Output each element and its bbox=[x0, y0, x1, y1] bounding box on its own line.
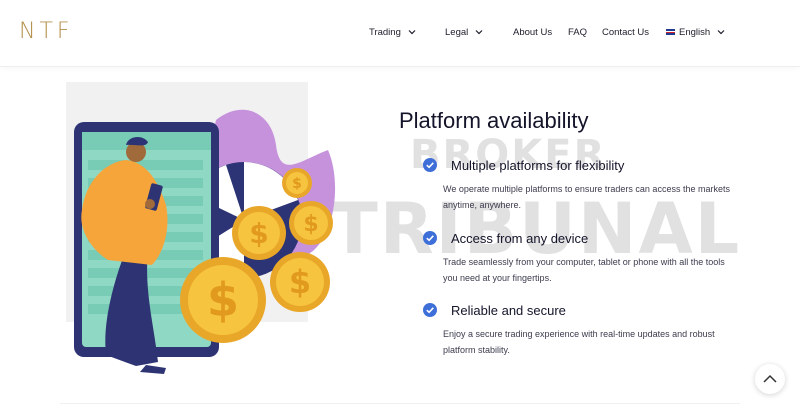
coin-icon: $ bbox=[232, 206, 286, 260]
logo[interactable]: NTF bbox=[19, 19, 74, 44]
chevron-up-icon bbox=[763, 374, 777, 383]
divider bbox=[60, 403, 740, 404]
nav-about-us[interactable]: About Us bbox=[513, 25, 552, 39]
coin-icon: $ bbox=[270, 252, 330, 312]
nav-legal[interactable]: Legal bbox=[445, 25, 484, 39]
nav-trading[interactable]: Trading bbox=[369, 25, 417, 39]
check-circle-icon bbox=[423, 158, 437, 172]
feature-description-line: Trade seamlessly from your computer, tab… bbox=[443, 257, 725, 267]
nav-faq[interactable]: FAQ bbox=[568, 25, 587, 39]
nav-contact-us-label: Contact Us bbox=[602, 26, 649, 38]
svg-text:$: $ bbox=[289, 263, 311, 301]
nav-about-us-label: About Us bbox=[513, 26, 553, 38]
coin-icon: $ bbox=[282, 168, 312, 198]
uk-flag-icon bbox=[666, 29, 675, 35]
svg-text:$: $ bbox=[207, 273, 239, 327]
feature-description-line: Enjoy a secure trading experience with r… bbox=[443, 329, 715, 339]
feature-description: We operate multiple platforms to ensure … bbox=[443, 181, 773, 213]
coin-icon: $ bbox=[180, 257, 266, 343]
feature-description: Enjoy a secure trading experience with r… bbox=[443, 326, 773, 358]
language-label: English bbox=[679, 26, 711, 38]
trading-illustration: $ $ $ $ $ bbox=[74, 109, 336, 374]
language-selector[interactable]: English bbox=[666, 25, 726, 39]
chevron-down-icon bbox=[408, 30, 416, 35]
feature-title: Access from any device bbox=[451, 231, 589, 246]
feature-title: Reliable and secure bbox=[451, 303, 566, 318]
nav-contact-us[interactable]: Contact Us bbox=[602, 25, 649, 39]
feature-description: Trade seamlessly from your computer, tab… bbox=[443, 254, 773, 286]
nav-faq-label: FAQ bbox=[568, 26, 588, 38]
svg-text:$: $ bbox=[303, 212, 318, 237]
nav-trading-label: Trading bbox=[369, 26, 401, 38]
chevron-down-icon bbox=[475, 30, 483, 35]
svg-text:$: $ bbox=[249, 217, 268, 250]
chevron-down-icon bbox=[717, 30, 725, 35]
check-circle-icon bbox=[423, 303, 437, 317]
feature-description-line: you need at your fingertips. bbox=[443, 273, 552, 283]
feature-description-line: anytime, anywhere. bbox=[443, 200, 522, 210]
feature-description-line: We operate multiple platforms to ensure … bbox=[443, 184, 730, 194]
section-title: Platform availability bbox=[399, 108, 589, 133]
feature-description-line: platform stability. bbox=[443, 345, 510, 355]
check-circle-icon bbox=[423, 231, 437, 245]
coin-icon: $ bbox=[289, 201, 333, 245]
feature-title: Multiple platforms for flexibility bbox=[451, 158, 625, 173]
site-header: NTF Trading Legal About Us FAQ Contact U… bbox=[0, 0, 800, 67]
nav-legal-label: Legal bbox=[445, 26, 469, 38]
svg-text:$: $ bbox=[292, 176, 302, 192]
scroll-to-top-button[interactable] bbox=[755, 364, 785, 394]
